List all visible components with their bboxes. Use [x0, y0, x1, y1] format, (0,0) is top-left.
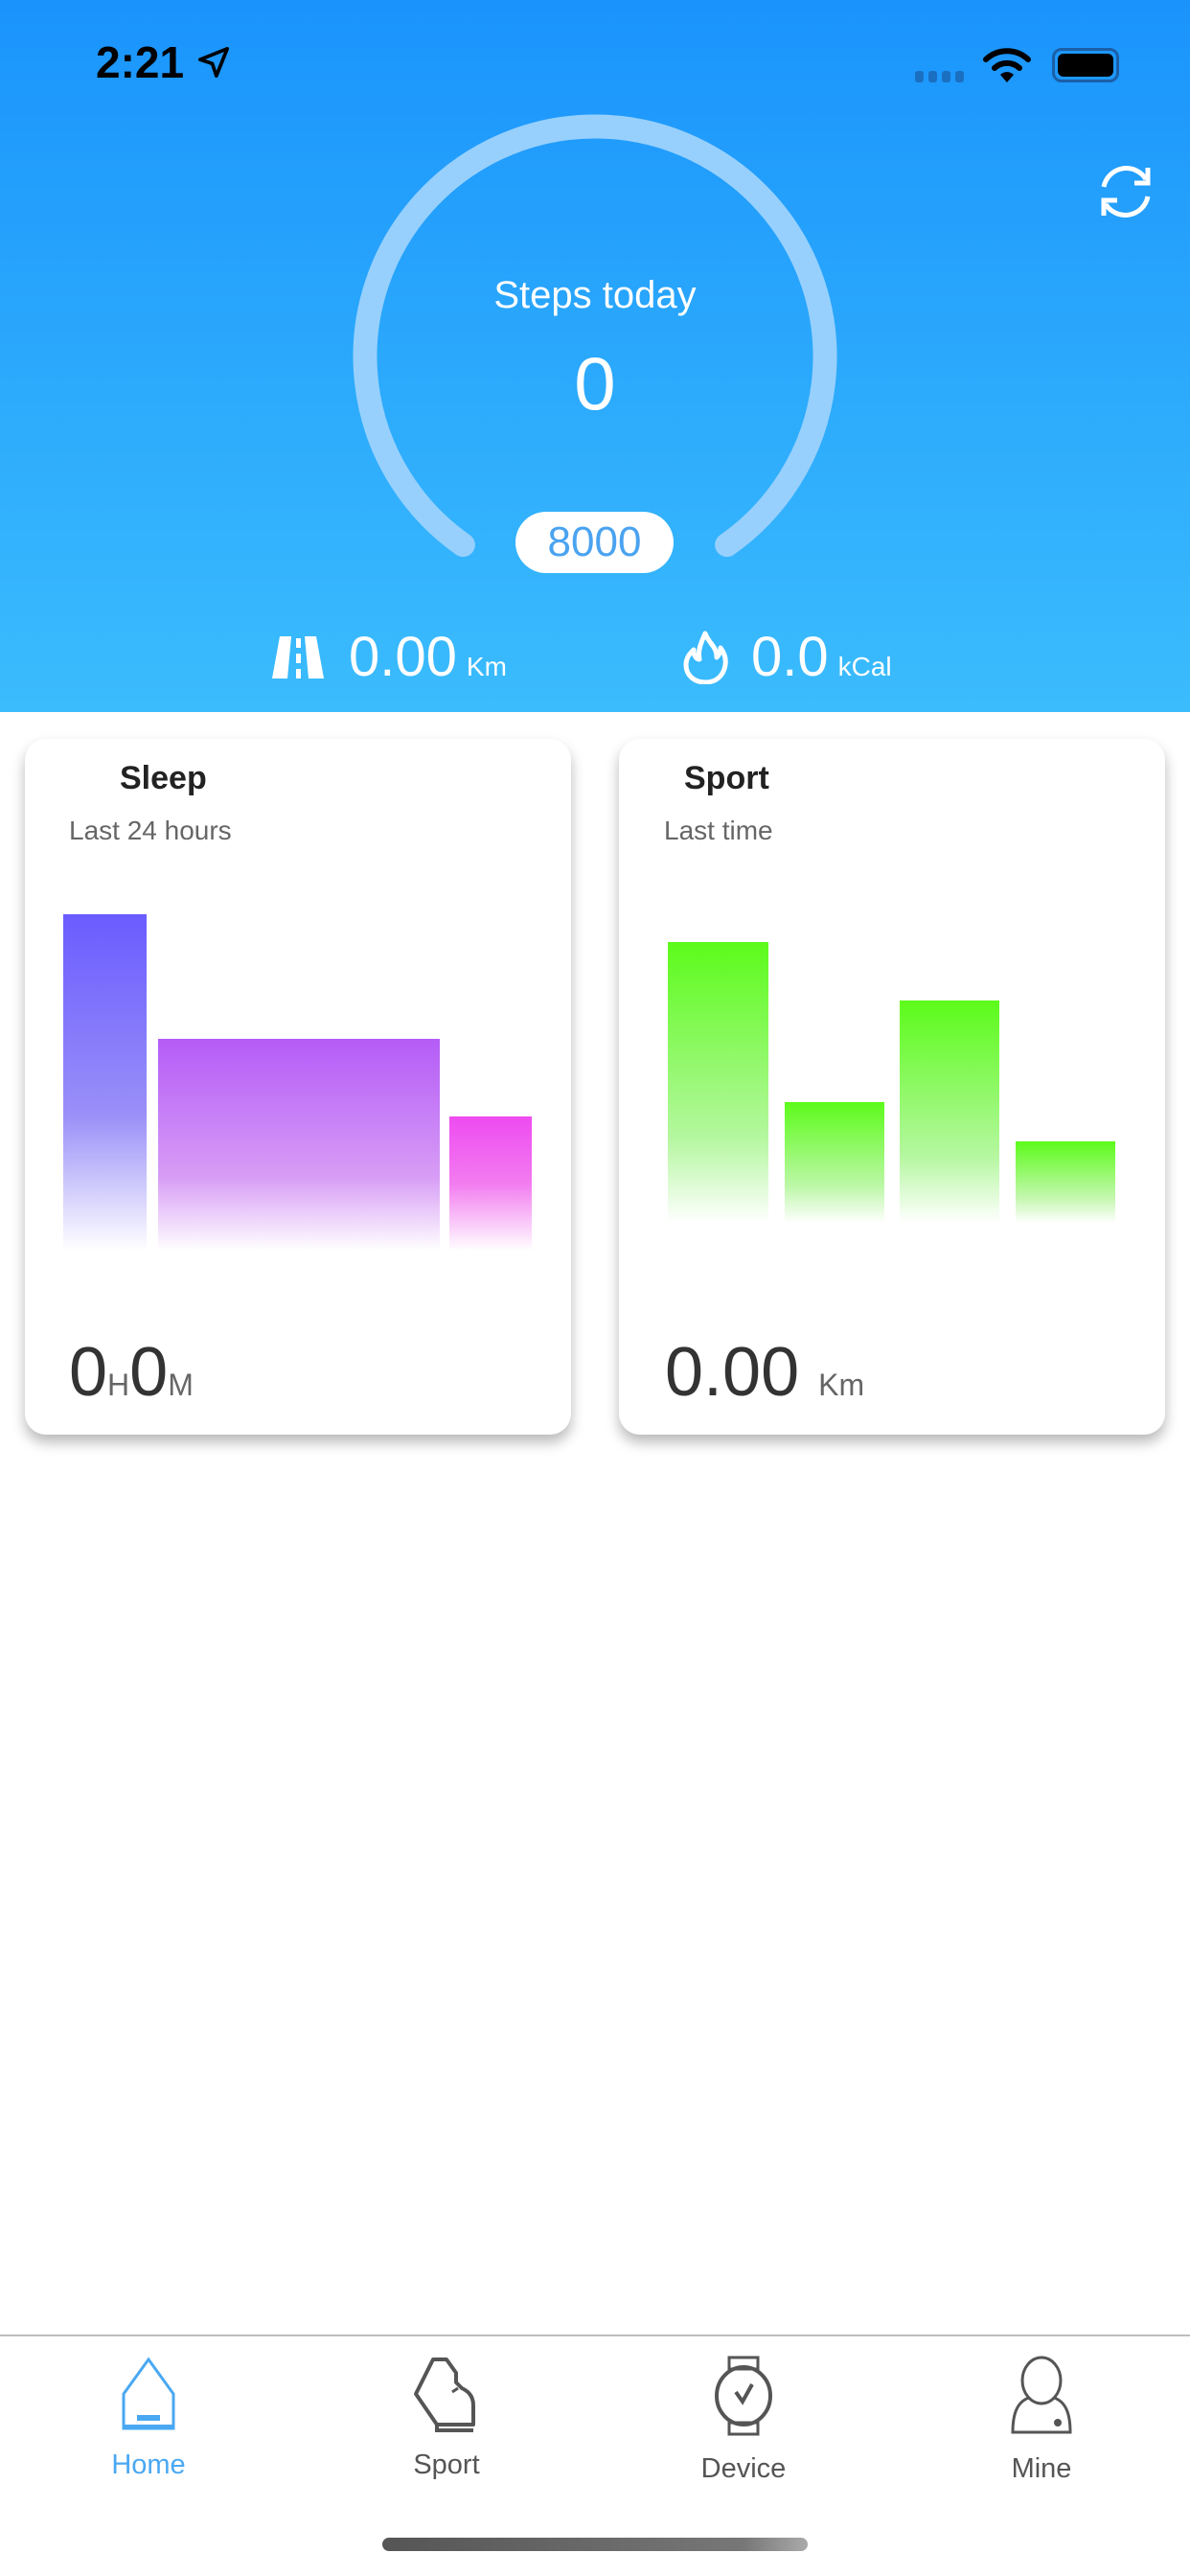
sport-subtitle: Last time	[664, 816, 773, 845]
sleep-minutes: 0	[129, 1334, 169, 1411]
calories-unit: kCal	[837, 652, 892, 681]
tab-home-label: Home	[111, 2450, 186, 2480]
sport-distance: 0.00 Km	[665, 1333, 864, 1412]
sleep-title: Sleep	[120, 760, 207, 796]
sleep-bar-awake	[449, 1116, 532, 1251]
calories-value: 0.0	[751, 626, 829, 688]
tab-mine-label: Mine	[1011, 2453, 1072, 2484]
sleep-bar-light	[158, 1039, 440, 1251]
sleep-duration: 0H0M	[69, 1333, 194, 1412]
sport-distance-unit: Km	[818, 1368, 865, 1402]
shoe-icon	[414, 2358, 475, 2432]
home-icon	[122, 2357, 175, 2430]
tab-device[interactable]: Device	[648, 2356, 839, 2485]
calories-stat: 0.0 kCal	[682, 625, 892, 689]
distance-value: 0.00	[349, 626, 457, 688]
distance-unit: Km	[466, 652, 507, 681]
sport-distance-value: 0.00	[665, 1334, 800, 1411]
sport-title: Sport	[684, 760, 769, 796]
sport-bar	[785, 1102, 884, 1223]
distance-stat: 0.00 Km	[270, 625, 507, 689]
sleep-subtitle: Last 24 hours	[69, 816, 232, 845]
home-indicator[interactable]	[382, 2538, 808, 2551]
steps-header: 2:21 Steps today 0 8000 0.00 Km 0.0 kCal	[0, 0, 1190, 712]
tab-sport-label: Sport	[413, 2450, 480, 2480]
tab-device-label: Device	[700, 2453, 787, 2484]
steps-value: 0	[574, 341, 616, 426]
flame-icon	[683, 631, 728, 684]
sleep-minutes-unit: M	[168, 1368, 194, 1402]
sport-bar	[668, 942, 768, 1223]
user-icon	[1011, 2356, 1072, 2434]
steps-label: Steps today	[493, 274, 697, 316]
sport-bar	[900, 1000, 999, 1223]
tab-home[interactable]: Home	[53, 2356, 244, 2481]
tab-sport[interactable]: Sport	[351, 2356, 542, 2481]
sport-bar	[1016, 1141, 1115, 1223]
road-icon	[272, 635, 324, 678]
tab-mine[interactable]: Mine	[946, 2356, 1137, 2485]
sport-card[interactable]: Sport Last time 0.00 Km	[619, 739, 1165, 1435]
sleep-card[interactable]: Sleep Last 24 hours 0H0M	[25, 739, 571, 1435]
sleep-hours-unit: H	[107, 1368, 130, 1402]
sleep-bar-deep	[63, 914, 147, 1251]
watch-icon	[715, 2356, 772, 2436]
steps-goal-badge[interactable]: 8000	[515, 512, 674, 573]
sleep-hours: 0	[69, 1334, 108, 1411]
